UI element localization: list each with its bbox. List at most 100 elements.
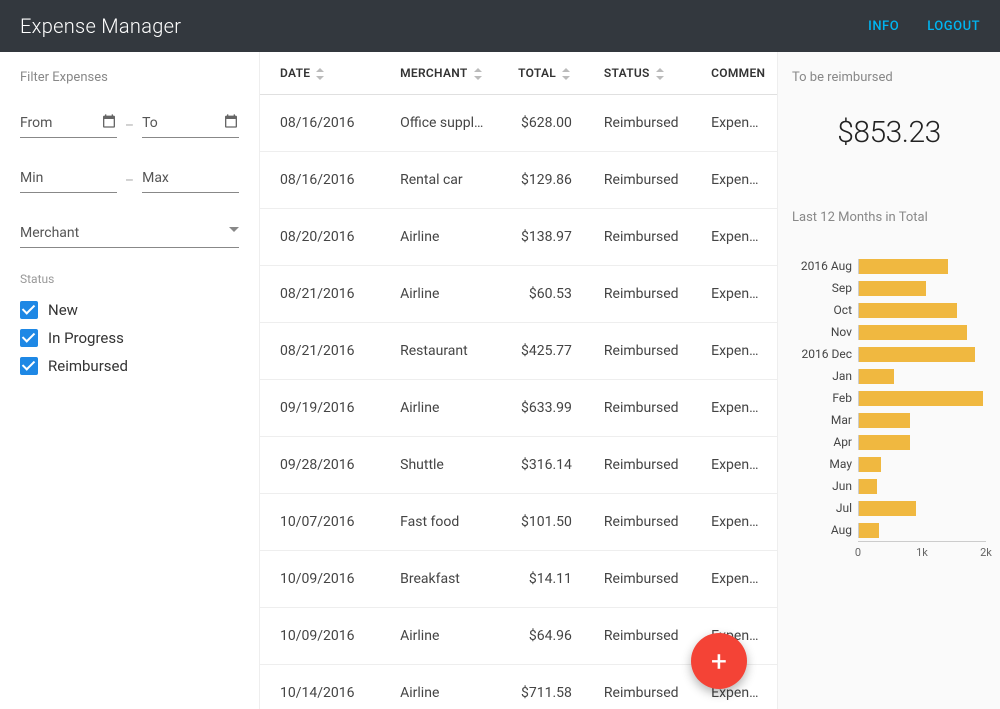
cell-date: 10/07/2016 — [260, 494, 380, 551]
chart-row: Nov — [792, 321, 986, 343]
chart-row: Apr — [792, 431, 986, 453]
cell-comment: Expense trip. — [691, 551, 777, 608]
sort-icon — [316, 68, 324, 80]
cell-date: 10/14/2016 — [260, 665, 380, 709]
reimburse-title: To be reimbursed — [792, 70, 986, 85]
chart-category-label: Feb — [792, 391, 858, 405]
table-row[interactable]: 08/21/2016Restaurant$425.77ReimbursedExp… — [260, 323, 777, 380]
chart-bar — [859, 281, 926, 296]
cell-merchant: Restaurant — [380, 323, 498, 380]
logout-link[interactable]: LOGOUT — [927, 19, 980, 34]
col-header-total[interactable]: TOTAL — [498, 52, 584, 95]
cell-merchant: Fast food — [380, 494, 498, 551]
cell-merchant: Airline — [380, 665, 498, 709]
status-filter-label: Status — [20, 272, 239, 286]
table-row[interactable]: 10/09/2016Breakfast$14.11ReimbursedExpen… — [260, 551, 777, 608]
cell-comment: Expense trip. — [691, 323, 777, 380]
chart-bar — [859, 303, 957, 318]
cell-status: Reimbursed — [584, 95, 691, 152]
cell-merchant: Shuttle — [380, 437, 498, 494]
chart-category-label: 2016 Dec — [792, 347, 858, 361]
cell-total: $129.86 — [498, 152, 584, 209]
info-link[interactable]: INFO — [868, 19, 899, 34]
calendar-icon[interactable] — [101, 113, 117, 129]
cell-status: Reimbursed — [584, 437, 691, 494]
table-row[interactable]: 08/16/2016Rental car$129.86ReimbursedExp… — [260, 152, 777, 209]
col-header-status[interactable]: STATUS — [584, 52, 691, 95]
calendar-icon[interactable] — [223, 113, 239, 129]
table-row[interactable]: 08/16/2016Office supplies$628.00Reimburs… — [260, 95, 777, 152]
cell-date: 09/19/2016 — [260, 380, 380, 437]
chart-bar — [859, 391, 983, 406]
cell-total: $633.99 — [498, 380, 584, 437]
cell-total: $425.77 — [498, 323, 584, 380]
cell-status: Reimbursed — [584, 608, 691, 665]
table-row[interactable]: 09/28/2016Shuttle$316.14ReimbursedExpens… — [260, 437, 777, 494]
status-checkbox-new[interactable]: New — [20, 296, 239, 324]
cell-date: 10/09/2016 — [260, 608, 380, 665]
app-title: Expense Manager — [20, 14, 181, 38]
cell-total: $316.14 — [498, 437, 584, 494]
chart-category-label: Mar — [792, 413, 858, 427]
app-header: Expense Manager INFO LOGOUT — [0, 0, 1000, 52]
table-row[interactable]: 09/19/2016Airline$633.99ReimbursedExpens… — [260, 380, 777, 437]
chart-category-label: May — [792, 457, 858, 471]
table-scroll[interactable]: DATE MERCHANT TOTAL STATUS COMMEN 08/16/… — [260, 52, 777, 709]
chart-row: Oct — [792, 299, 986, 321]
table-row[interactable]: 10/07/2016Fast food$101.50ReimbursedExpe… — [260, 494, 777, 551]
chart-row: Mar — [792, 409, 986, 431]
chart-row: Sep — [792, 277, 986, 299]
chart-category-label: Jan — [792, 369, 858, 383]
cell-date: 08/20/2016 — [260, 209, 380, 266]
filter-title: Filter Expenses — [20, 70, 239, 85]
chart-category-label: Oct — [792, 303, 858, 317]
expense-table: DATE MERCHANT TOTAL STATUS COMMEN 08/16/… — [260, 52, 777, 709]
cell-date: 08/16/2016 — [260, 152, 380, 209]
range-dash: – — [125, 173, 134, 193]
cell-merchant: Airline — [380, 380, 498, 437]
max-field[interactable]: Max — [142, 164, 239, 193]
cell-merchant: Rental car — [380, 152, 498, 209]
cell-merchant: Breakfast — [380, 551, 498, 608]
expense-table-area: DATE MERCHANT TOTAL STATUS COMMEN 08/16/… — [260, 52, 778, 709]
chart-bar — [859, 413, 910, 428]
col-header-date[interactable]: DATE — [260, 52, 380, 95]
col-header-merchant[interactable]: MERCHANT — [380, 52, 498, 95]
merchant-select[interactable] — [20, 219, 239, 248]
checkbox-label: Reimbursed — [48, 357, 128, 375]
cell-comment: Expense trip. — [691, 95, 777, 152]
chart-bar — [859, 523, 879, 538]
chart-bar-track — [858, 501, 986, 516]
min-input[interactable] — [20, 164, 117, 193]
chart-row: Aug — [792, 519, 986, 541]
sort-icon — [474, 68, 482, 80]
status-checkbox-in-progress[interactable]: In Progress — [20, 324, 239, 352]
filter-sidebar: Filter Expenses From – To Min — [0, 52, 260, 709]
chart-bar — [859, 259, 948, 274]
merchant-select-field[interactable]: Merchant — [20, 219, 239, 248]
chevron-down-icon — [229, 227, 239, 232]
cell-comment: Expense trip. — [691, 380, 777, 437]
cell-total: $138.97 — [498, 209, 584, 266]
table-row[interactable]: 08/21/2016Airline$60.53ReimbursedExpense… — [260, 266, 777, 323]
col-header-comment[interactable]: COMMEN — [691, 52, 777, 95]
chart-bar-track — [858, 435, 986, 450]
cell-total: $60.53 — [498, 266, 584, 323]
min-field[interactable]: Min — [20, 164, 117, 193]
date-from-field[interactable]: From — [20, 109, 117, 138]
max-input[interactable] — [142, 164, 239, 193]
chart-bar — [859, 479, 877, 494]
chart-row: Jul — [792, 497, 986, 519]
status-checkbox-reimbursed[interactable]: Reimbursed — [20, 352, 239, 380]
add-expense-fab[interactable]: + — [691, 633, 747, 689]
chart-bar-track — [858, 391, 986, 406]
checkbox-icon — [20, 357, 38, 375]
checkbox-label: In Progress — [48, 329, 124, 347]
reimburse-amount: $853.23 — [792, 115, 986, 150]
date-to-field[interactable]: To — [142, 109, 239, 138]
cell-status: Reimbursed — [584, 323, 691, 380]
table-row[interactable]: 08/20/2016Airline$138.97ReimbursedExpens… — [260, 209, 777, 266]
chart-axis-tick: 2k — [980, 546, 992, 559]
cell-merchant: Airline — [380, 209, 498, 266]
summary-panel: To be reimbursed $853.23 Last 12 Months … — [778, 52, 1000, 709]
